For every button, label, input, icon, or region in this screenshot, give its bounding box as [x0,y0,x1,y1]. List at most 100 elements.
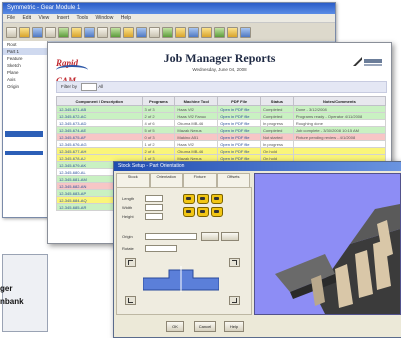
pick-origin-button[interactable] [201,232,219,241]
table-cell[interactable]: Open in PDF file [217,126,261,134]
menu-insert[interactable]: Insert [57,15,70,21]
table-cell: Done - 3/12/2008 [292,105,387,113]
selected-node-bar[interactable] [5,131,43,137]
ok-button[interactable]: OK [166,321,184,332]
pan-icon[interactable] [123,26,134,38]
table-cell: Okuma MB-46 [174,147,219,155]
col-header[interactable]: Programs [141,96,176,106]
col-header[interactable]: Component / Description [56,96,143,106]
3d-viewport[interactable] [254,173,401,315]
menu-window[interactable]: Window [96,15,114,21]
table-cell[interactable]: Open in PDF file [217,140,261,148]
simulate-icon[interactable] [201,26,212,38]
table-row[interactable]: 12-345-673-AD 4 of 6 Okuma MB-46 Open in PD… [56,119,387,127]
tree-item[interactable]: Origin [3,83,47,90]
table-cell[interactable]: 12-345-672-AC [56,112,143,120]
table-cell [292,140,387,148]
origin-field[interactable] [145,233,197,240]
open-folder-icon[interactable] [19,26,30,38]
col-header[interactable]: PDF File [217,96,261,106]
cancel-button[interactable]: Cancel [194,321,216,332]
length-field[interactable] [145,195,163,202]
save-icon[interactable] [32,26,43,38]
menu-view[interactable]: View [38,15,49,21]
col-header[interactable]: Machine Tool [174,96,219,106]
col-header[interactable]: Status [259,96,294,106]
settings-icon[interactable] [227,26,238,38]
orientation-icon[interactable] [197,207,209,217]
table-cell[interactable]: 12-345-674-AE [56,126,143,134]
arrow-down-left-icon[interactable] [125,296,136,305]
cut-icon[interactable] [84,26,95,38]
col-header[interactable]: Notes/Comments [292,96,387,106]
rotate-field[interactable] [145,245,177,252]
pen-icon [353,57,362,66]
table-row[interactable]: 12-345-674-AE 5 of 5 Mazak Nexus Open in PD… [56,126,387,134]
tree-item[interactable]: Root [3,41,47,48]
print-icon[interactable] [45,26,56,38]
height-field[interactable] [145,213,163,220]
tree-item[interactable]: Plane [3,69,47,76]
table-row[interactable]: 12-345-672-AC 2 of 2 Haas Vf2 Fanuc Open in… [56,112,387,120]
zoom-icon[interactable] [110,26,121,38]
width-field[interactable] [145,204,163,211]
shade-icon[interactable] [149,26,160,38]
extrude-icon[interactable] [71,26,82,38]
width-label: Width [122,205,133,210]
new-icon[interactable] [6,26,17,38]
measure-icon[interactable] [162,26,173,38]
table-cell: Haas Vf2 [174,105,219,113]
tab-orientation[interactable]: Orientation [149,173,183,187]
tab-stock[interactable]: Stock [116,173,150,187]
table-row[interactable]: 12-345-671-AB 3 of 3 Haas Vf2 Open in PDF f… [56,105,387,113]
tree-item[interactable]: Sketch [3,62,47,69]
menu-tools[interactable]: Tools [76,15,88,21]
tree-item[interactable]: Feature [3,55,47,62]
feature-tree: Root Part 1 Feature Sketch Plane Axis Or… [3,41,48,217]
orientation-icon[interactable] [183,207,195,217]
table-row[interactable]: 12-345-677-AH 2 of 4 Okuma MB-46 Open in PD… [56,147,387,155]
rotate-icon[interactable] [97,26,108,38]
height-label: Height [122,214,134,219]
orientation-icon[interactable] [211,194,223,204]
tool-icon[interactable] [175,26,186,38]
tree-item[interactable]: Axis [3,76,47,83]
arrow-up-left-icon[interactable] [125,258,136,267]
post-icon[interactable] [214,26,225,38]
arrow-down-right-icon[interactable] [229,296,240,305]
table-cell: In progress [259,140,294,148]
orientation-icon[interactable] [197,194,209,204]
tab-offsets[interactable]: Offsets [216,173,250,187]
table-row[interactable]: 12-345-676-AG 1 of 2 Haas Vf2 Open in PDF f… [56,140,387,148]
table-cell[interactable]: 12-345-675-AF [56,133,143,141]
table-cell[interactable]: Open in PDF file [217,119,261,127]
table-cell[interactable]: 12-345-677-AH [56,147,143,155]
filter-label: Filter by [61,84,78,89]
table-cell[interactable]: Open in PDF file [217,112,261,120]
selected-node-bar[interactable] [5,151,43,155]
menu-edit[interactable]: Edit [22,15,31,21]
menu-help[interactable]: Help [121,15,131,21]
filter-select[interactable] [81,82,98,91]
orientation-icon[interactable] [211,207,223,217]
tab-fixture[interactable]: Fixture [183,173,217,187]
table-cell[interactable]: 12-345-676-AG [56,140,143,148]
table-cell[interactable]: Open in PDF file [217,105,261,113]
table-cell[interactable]: 12-345-671-AB [56,105,143,113]
help-button[interactable]: Help [224,321,244,332]
tree-item[interactable]: Part 1 [3,48,47,55]
sketch-icon[interactable] [58,26,69,38]
reset-origin-button[interactable] [221,232,239,241]
table-cell[interactable]: 12-345-673-AD [56,119,143,127]
toolpath-icon[interactable] [188,26,199,38]
table-cell[interactable]: Open in PDF file [217,133,261,141]
view-icon[interactable] [136,26,147,38]
table-row[interactable]: 12-345-675-AF 0 of 3 Makino A51 Open in PDF… [56,133,387,141]
table-cell[interactable]: Open in PDF file [217,147,261,155]
orientation-icon[interactable] [183,194,195,204]
table-cell: Roughing done [292,119,387,127]
menu-file[interactable]: File [7,15,15,21]
help-icon[interactable] [240,26,251,38]
arrow-up-right-icon[interactable] [229,258,240,267]
settings-pane: Length Width Height Origin Rotate [116,187,252,315]
